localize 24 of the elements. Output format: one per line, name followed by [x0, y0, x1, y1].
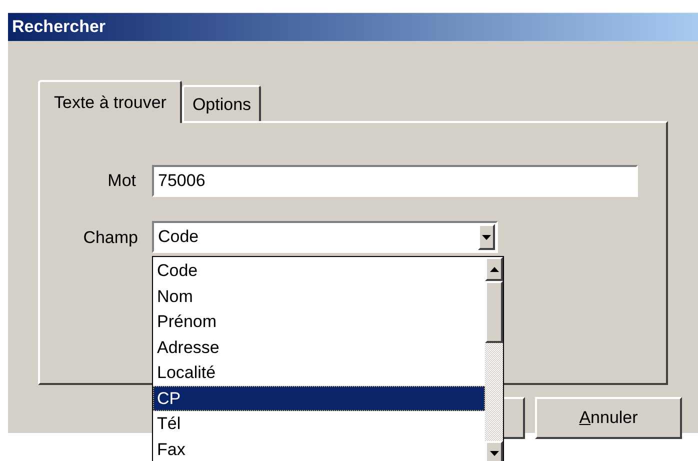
dropdown-item[interactable]: Adresse	[153, 334, 485, 360]
dropdown-item[interactable]: Prénom	[153, 309, 485, 334]
dropdown-item[interactable]: Code	[153, 258, 485, 284]
dropdown-button[interactable]	[478, 224, 495, 250]
scroll-down-button[interactable]	[485, 441, 503, 461]
dropdown-item[interactable]: CP	[153, 386, 485, 411]
word-label: Mot	[106, 171, 137, 191]
field-label: Champ	[82, 227, 139, 248]
down-arrow-icon	[490, 450, 498, 456]
field-combo[interactable]: Code	[152, 221, 498, 253]
up-arrow-icon	[490, 266, 498, 272]
dropdown-item[interactable]: Nom	[153, 284, 485, 309]
cancel-button[interactable]: Annuler	[535, 397, 682, 439]
dropdown-item[interactable]: Localité	[153, 360, 485, 386]
scroll-up-button[interactable]	[485, 257, 503, 281]
word-input[interactable]: 75006	[152, 165, 638, 197]
window-title: Rechercher	[12, 17, 106, 37]
dropdown-item[interactable]: Fax	[153, 436, 485, 461]
scroll-thumb[interactable]	[485, 281, 503, 343]
dropdown-item[interactable]: Tél	[153, 411, 485, 436]
caret-icon	[482, 234, 491, 240]
tab[interactable]: Options	[182, 85, 262, 121]
scrollbar[interactable]	[485, 257, 503, 461]
tab[interactable]: Texte à trouver	[38, 80, 182, 123]
